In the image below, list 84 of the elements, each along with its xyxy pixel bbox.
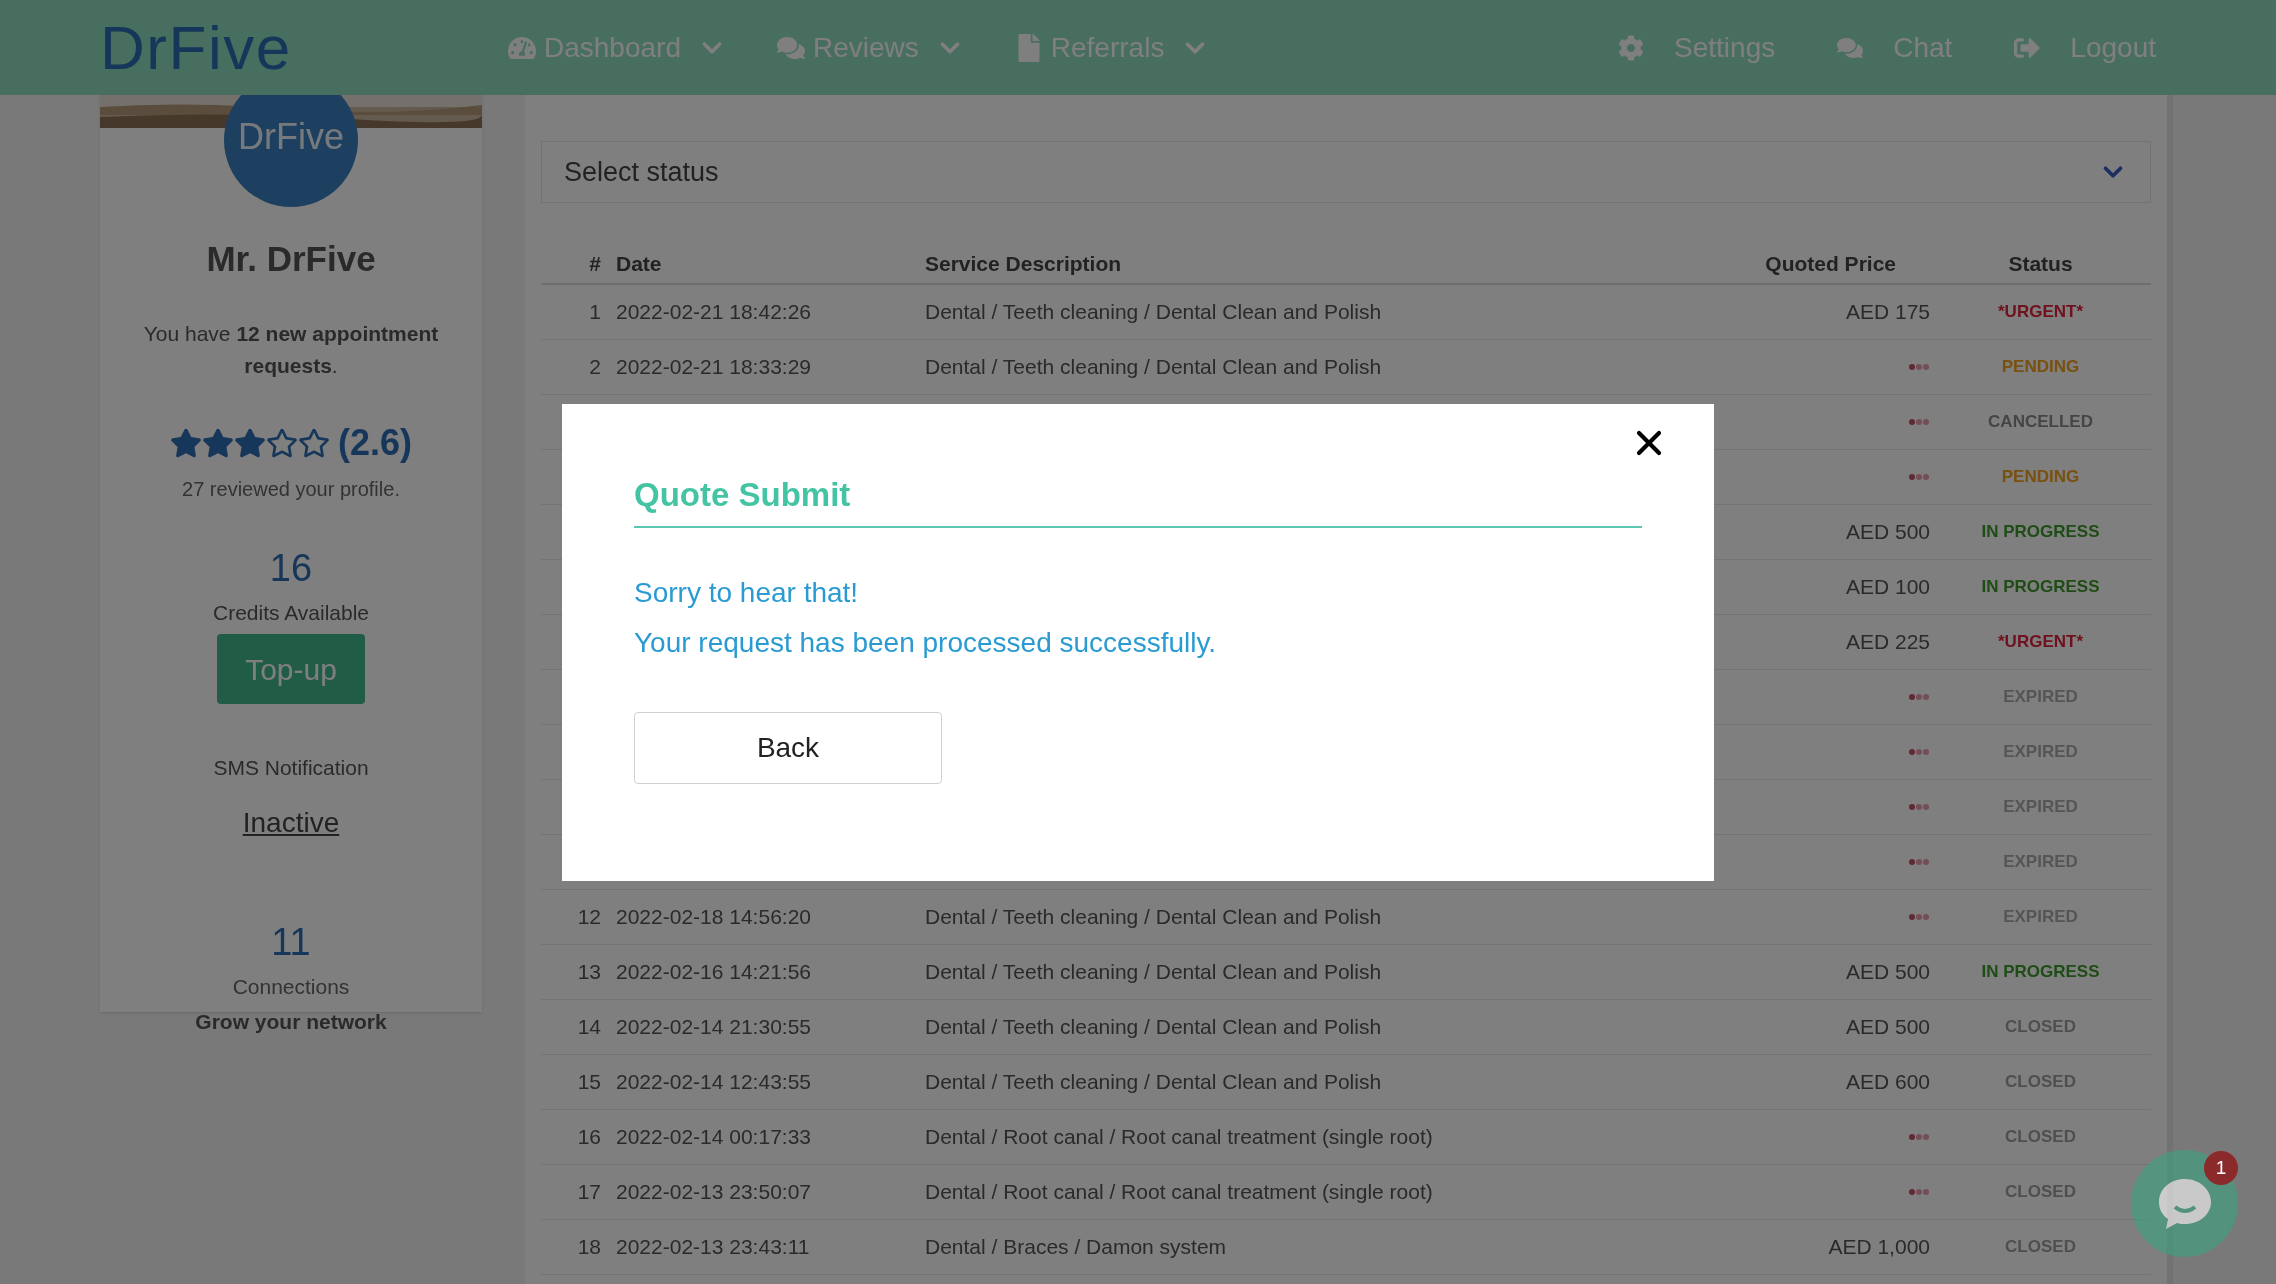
row-number: 18 xyxy=(577,1235,601,1259)
row-number: 14 xyxy=(577,1015,601,1039)
star-outline-icon xyxy=(298,426,330,459)
table-cell: 2022-02-14 12:43:55 xyxy=(616,1070,811,1094)
row-number: 12 xyxy=(577,905,601,929)
table-cell: Dental / Teeth cleaning / Dental Clean and Polish xyxy=(925,1015,1382,1039)
price-cell-text: AED 225 xyxy=(1845,629,1930,656)
profile-name: Mr. DrFive xyxy=(206,238,376,280)
price-cell-text: AED 500 xyxy=(1845,1014,1930,1041)
row-number: 15 xyxy=(577,1070,601,1094)
notification-badge: 1 xyxy=(2204,1151,2238,1185)
status-label: CANCELLED xyxy=(1988,411,2093,434)
dots-icon xyxy=(1908,418,1930,426)
dots-icon xyxy=(1908,913,1930,921)
appointment-requests-text: You have 12 new appointment requests. xyxy=(142,320,440,379)
table-cell: Dental / Root canal / Root canal treatment (single root) xyxy=(925,1125,1433,1149)
column-header: # xyxy=(588,250,601,277)
settings-icon xyxy=(1618,34,1645,61)
price-cell-text: AED 100 xyxy=(1845,574,1930,601)
price-cell-text: AED 500 xyxy=(1845,959,1930,986)
back-button[interactable]: Back xyxy=(634,711,942,784)
column-header: Service Description xyxy=(925,250,1123,277)
star-icon xyxy=(202,426,234,459)
table-cell: 2022-02-13 23:50:07 xyxy=(616,1180,811,1204)
credits-label: Credits Available xyxy=(212,599,369,626)
avatar-text: DrFive xyxy=(238,115,344,159)
column-header: Quoted Price xyxy=(1764,250,1897,277)
dots-icon xyxy=(1908,1188,1930,1196)
status-label: *URGENT* xyxy=(1998,301,2083,324)
table-cell: Dental / Teeth cleaning / Dental Clean and Polish xyxy=(925,905,1382,929)
sms-notification-label: SMS Notification xyxy=(213,755,369,781)
chat-bubble-icon xyxy=(2156,1176,2213,1231)
status-label: *URGENT* xyxy=(1998,631,2083,654)
table-cell: Dental / Teeth cleaning / Dental Clean and Polish xyxy=(925,300,1382,324)
table-cell: 2022-02-13 23:43:11 xyxy=(616,1235,810,1259)
dots-icon xyxy=(1908,858,1930,866)
price-cell-text: AED 175 xyxy=(1845,299,1930,326)
star-icon xyxy=(170,426,202,459)
status-label: PENDING xyxy=(2001,356,2080,379)
table-cell: 2022-02-18 14:56:20 xyxy=(616,905,811,929)
star-icon xyxy=(234,426,266,459)
row-number: 16 xyxy=(577,1125,601,1149)
row-number: 2 xyxy=(589,355,601,379)
status-label: IN PROGRESS xyxy=(1981,961,2100,984)
price-cell-text: AED 500 xyxy=(1845,519,1930,546)
dots-icon xyxy=(1908,363,1930,371)
top-up-button[interactable]: Top-up xyxy=(217,634,365,704)
reviews-count: 27 reviewed your profile. xyxy=(182,476,400,502)
table-cell: 2022-02-21 18:42:26 xyxy=(616,300,811,324)
dots-icon xyxy=(1908,473,1930,481)
price-cell-text: AED 1,000 xyxy=(1828,1234,1930,1261)
row-number: 13 xyxy=(577,960,601,984)
status-label: IN PROGRESS xyxy=(1981,576,2100,599)
row-number: 17 xyxy=(577,1180,601,1204)
dots-icon xyxy=(1908,803,1930,811)
table-cell: 2022-02-16 14:21:56 xyxy=(616,960,811,984)
modal-title: Quote Submit xyxy=(634,475,852,515)
sms-status-link[interactable]: Inactive xyxy=(242,801,340,844)
table-cell: Dental / Braces / Damon system xyxy=(925,1235,1227,1259)
modal-message: Sorry to hear that! xyxy=(634,575,860,610)
status-label: IN PROGRESS xyxy=(1981,521,2100,544)
column-header: Date xyxy=(615,250,663,277)
table-cell: 2022-02-21 18:33:29 xyxy=(616,355,811,379)
status-label: PENDING xyxy=(2001,466,2080,489)
status-select[interactable]: Select status xyxy=(541,141,2151,203)
grow-network-link[interactable]: Grow your network xyxy=(195,1006,387,1038)
modal-message: Your request has been processed successfully. xyxy=(634,625,1218,660)
rating-value: (2.6) xyxy=(338,420,412,465)
table-cell: Dental / Teeth cleaning / Dental Clean and Polish xyxy=(925,355,1382,379)
row-number: 1 xyxy=(589,300,601,324)
connections-label: Connections xyxy=(232,973,350,1000)
credits-count: 16 xyxy=(269,545,313,591)
table-cell: 2022-02-14 21:30:55 xyxy=(616,1015,811,1039)
star-outline-icon xyxy=(266,426,298,459)
price-cell-text: AED 600 xyxy=(1845,1069,1930,1096)
table-cell: Dental / Teeth cleaning / Dental Clean and Polish xyxy=(925,1070,1382,1094)
column-header: Status xyxy=(2007,250,2074,277)
dots-icon xyxy=(1908,1133,1930,1141)
connections-count: 11 xyxy=(271,919,311,965)
dots-icon xyxy=(1908,693,1930,701)
dots-icon xyxy=(1908,748,1930,756)
table-cell: Dental / Root canal / Root canal treatment (single root) xyxy=(925,1180,1433,1204)
table-cell: Dental / Teeth cleaning / Dental Clean and Polish xyxy=(925,960,1382,984)
table-cell: 2022-02-14 00:17:33 xyxy=(616,1125,811,1149)
